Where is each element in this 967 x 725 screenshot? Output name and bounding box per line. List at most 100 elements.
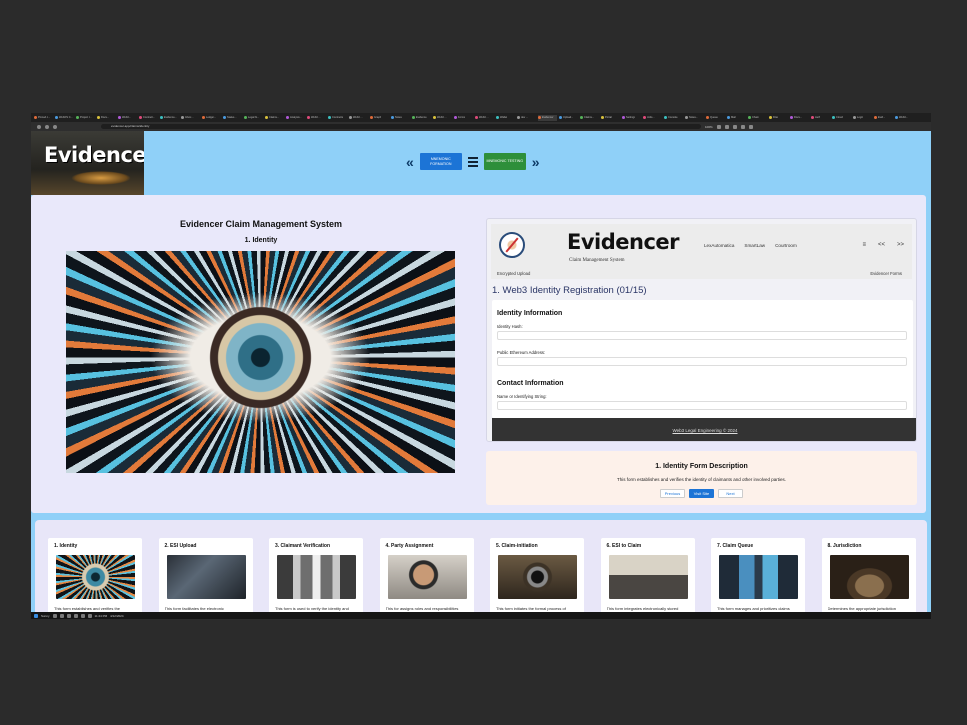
clock-time[interactable]: 11:24 PM — [95, 614, 108, 618]
browser-tab[interactable]: Web3 ... — [307, 115, 326, 121]
browser-tab[interactable]: Chain — [748, 115, 767, 121]
browser-tab[interactable]: Web3 ... — [349, 115, 368, 121]
browser-tab[interactable]: Claims... — [580, 115, 599, 121]
compass-logo-icon[interactable] — [499, 232, 525, 258]
browser-tab[interactable]: Settings — [622, 115, 641, 121]
tab-favicon-icon — [538, 116, 541, 119]
next-button[interactable]: Next — [718, 489, 743, 498]
browser-tab[interactable]: Docs... — [790, 115, 809, 121]
next-arrow-icon[interactable]: » — [532, 155, 540, 169]
browser-tab[interactable]: Wallet — [496, 115, 515, 121]
browser-tab[interactable]: Forms — [454, 115, 473, 121]
browser-tab[interactable]: Login — [853, 115, 872, 121]
browser-tab[interactable]: dev ... — [517, 115, 536, 121]
browser-tab[interactable]: Files — [769, 115, 788, 121]
form-card[interactable]: 4. Party Assignment This for assigns role… — [379, 538, 474, 619]
browser-tab[interactable]: Cloud — [832, 115, 851, 121]
app-icon[interactable] — [66, 613, 71, 618]
tab-favicon-icon — [265, 116, 268, 119]
browser-tab[interactable]: Notes... — [685, 115, 704, 121]
browser-tab[interactable]: Web3 ... — [475, 115, 494, 121]
browser-tab[interactable]: Graph — [370, 115, 389, 121]
app-icon[interactable] — [87, 613, 92, 618]
nav-link-courtroom[interactable]: Courtroom — [775, 243, 797, 248]
previous-icon[interactable]: << — [878, 242, 885, 248]
browser-tab[interactable]: Console — [664, 115, 683, 121]
form-card[interactable]: 8. Jurisdiction Determines the appropriat… — [821, 538, 916, 619]
browser-tab[interactable]: Evidence... — [160, 115, 179, 121]
weather-widget[interactable]: Sunny — [41, 614, 50, 618]
browser-tab[interactable]: Status... — [223, 115, 242, 121]
form-card[interactable]: 2. ESI Upload This form facilitates the e… — [158, 538, 253, 619]
app-icon[interactable] — [59, 613, 64, 618]
mnemonic-testing-button[interactable]: MNEMONIC TESTING — [483, 153, 526, 170]
footer-link[interactable]: Web3 Legal Engineering © 2024 — [672, 428, 737, 433]
browser-tab[interactable]: Web3... — [118, 115, 137, 121]
browser-tab[interactable]: Analysis... — [286, 115, 305, 121]
browser-tab[interactable]: Contract... — [139, 115, 158, 121]
browser-tab[interactable]: Auth — [811, 115, 830, 121]
browser-tab[interactable]: Web3 ... — [433, 115, 452, 121]
previous-button[interactable]: Previous — [660, 489, 685, 498]
browser-tab[interactable]: Upload... — [559, 115, 578, 121]
evidencer-forms-link[interactable]: Evidencer Forms — [870, 271, 902, 276]
extension-icon[interactable] — [724, 124, 729, 129]
form-card[interactable]: 3. Claimant Verification This form is use… — [269, 538, 363, 619]
reload-icon[interactable] — [53, 124, 57, 129]
browser-tab[interactable]: Jobs... — [643, 115, 662, 121]
browser-tab[interactable]: Portal — [601, 115, 620, 121]
previous-arrow-icon[interactable]: « — [406, 155, 414, 169]
clock-date[interactable]: 4/12/2024 — [110, 614, 123, 618]
browser-tab[interactable]: Contracts — [328, 115, 347, 121]
tab-title: Notes — [395, 116, 402, 119]
form-card[interactable]: 5. Claim-initiation This form initiates t… — [490, 538, 584, 619]
browser-tab[interactable]: Pinned c... — [34, 115, 53, 121]
browser-tab[interactable]: Evid... — [874, 115, 893, 121]
tab-favicon-icon — [76, 116, 79, 119]
browser-tab[interactable]: Queue — [706, 115, 725, 121]
description-text: This form establishes and verifies the i… — [616, 477, 787, 482]
nav-link-smartlaw[interactable]: SmartLaw — [744, 243, 765, 248]
ethereum-address-input[interactable] — [497, 357, 907, 366]
zoom-level[interactable]: 100% — [705, 125, 713, 129]
encrypted-upload-link[interactable]: Encrypted Upload — [497, 271, 530, 276]
name-input[interactable] — [497, 401, 907, 410]
mnemonic-formation-button[interactable]: MNEMONIC FORMATION — [419, 153, 462, 170]
app-icon[interactable] — [73, 613, 78, 618]
browser-tab[interactable]: Web3... — [895, 115, 914, 121]
app-icon[interactable] — [80, 613, 85, 618]
browser-tab[interactable]: WebOS C... — [55, 115, 74, 121]
browser-tab[interactable]: Docs... — [97, 115, 116, 121]
hamburger-menu-icon[interactable] — [467, 156, 478, 167]
browser-tab[interactable]: Mail — [727, 115, 746, 121]
windows-start-icon[interactable] — [34, 613, 38, 618]
extension-icon[interactable] — [716, 124, 721, 129]
menu-icon[interactable] — [748, 124, 753, 129]
browser-tab[interactable]: Notes — [391, 115, 410, 121]
browser-tab[interactable]: Claims... — [265, 115, 284, 121]
nav-link-lexautomatica[interactable]: LexAutomatica — [704, 243, 734, 248]
form-card[interactable]: 7. Claim Queue This form manages and prio… — [711, 538, 805, 619]
profile-icon[interactable] — [740, 124, 745, 129]
extension-icon[interactable] — [732, 124, 737, 129]
form-card[interactable]: 1. Identity This form establishes and ver… — [48, 538, 142, 619]
browser-tab[interactable]: Evidencer — [538, 114, 557, 121]
next-icon[interactable]: >> — [897, 242, 904, 248]
browser-tab[interactable]: Inbox... — [181, 115, 200, 121]
menu-icon[interactable]: ≡ — [862, 242, 866, 248]
browser-tab[interactable]: Ledger... — [202, 115, 221, 121]
forward-icon[interactable] — [45, 124, 49, 129]
site-logo[interactable]: Evidencer — [31, 131, 144, 195]
form-card[interactable]: 6. ESI to Claim This form integrates elec… — [600, 538, 695, 619]
visit-site-button[interactable]: Visit Site — [689, 489, 714, 498]
identity-hash-input[interactable] — [497, 331, 907, 340]
form-cards-row: 1. Identity This form establishes and ver… — [35, 520, 927, 619]
browser-tab[interactable]: Evidence — [412, 115, 431, 121]
card-description: This form manages and prioritizes claims — [717, 606, 790, 611]
app-icon[interactable] — [52, 613, 57, 618]
card-title: 6. ESI to Claim — [606, 543, 642, 549]
browser-tab[interactable]: Legal fo... — [244, 115, 263, 121]
back-icon[interactable] — [37, 124, 41, 129]
browser-tab[interactable]: Project I... — [76, 115, 95, 121]
url-field[interactable]: evidencer.app/claims/identity — [101, 124, 701, 129]
